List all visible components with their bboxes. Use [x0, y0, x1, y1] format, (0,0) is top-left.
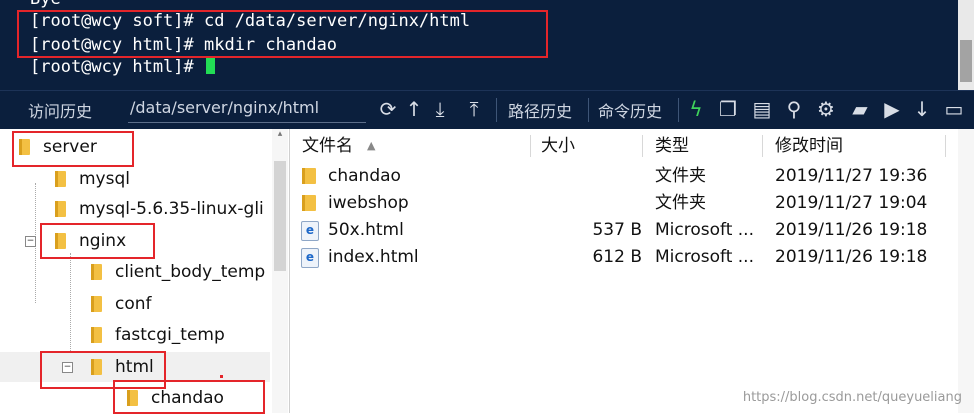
lightning-icon[interactable]: ϟ	[684, 97, 708, 121]
toolbar-divider	[588, 98, 589, 122]
folder-icon	[55, 201, 66, 217]
folder-open-icon[interactable]: ▰	[848, 97, 872, 121]
file-type: 文件夹	[655, 166, 706, 186]
column-divider[interactable]	[762, 135, 763, 157]
terminal-scrollbar-thumb[interactable]	[960, 40, 972, 82]
path-input[interactable]: /data/server/nginx/html	[128, 96, 366, 123]
column-divider[interactable]	[530, 135, 531, 157]
tree-item-label: mysql	[79, 169, 130, 189]
collapse-toggle[interactable]: −	[25, 236, 36, 247]
highlight-box-server	[12, 131, 134, 167]
file-type: Microsoft ...	[655, 247, 754, 267]
html-file-icon: e	[301, 248, 319, 268]
file-name: 50x.html	[328, 220, 404, 240]
directory-tree: server mysql mysql-5.6.35-linux-gli − ng…	[0, 129, 290, 414]
terminal-line-3: [root@wcy html]#	[30, 57, 204, 77]
tree-scrollbar-thumb[interactable]	[274, 161, 286, 271]
terminal-line-previous: Bye	[30, 0, 61, 9]
highlight-box-nginx	[40, 223, 155, 259]
gear-icon[interactable]: ⚙	[814, 97, 838, 121]
red-dot	[220, 375, 223, 378]
tree-item-label: mysql-5.6.35-linux-gli	[79, 199, 264, 219]
terminal-window[interactable]: Bye [root@wcy soft]# cd /data/server/ngi…	[0, 0, 974, 90]
column-header-size[interactable]: 大小	[541, 129, 575, 163]
folder-icon	[302, 195, 316, 211]
folder-icon	[55, 171, 66, 187]
upload-icon[interactable]: ⤒	[462, 97, 486, 121]
scroll-up-icon[interactable]: ▴	[274, 129, 286, 141]
tree-item-conf[interactable]: conf	[0, 289, 270, 319]
paste-icon[interactable]: ▤	[750, 97, 774, 121]
file-list: 文件名 ▲ 大小 类型 修改时间 chandao 文件夹 2019/11/27 …	[290, 129, 974, 413]
tree-item-client-body-temp[interactable]: client_body_temp	[0, 257, 270, 287]
file-row-iwebshop[interactable]: iwebshop 文件夹 2019/11/27 19:04	[290, 190, 974, 217]
file-row-chandao[interactable]: chandao 文件夹 2019/11/27 19:36	[290, 163, 974, 190]
arrow-down-icon[interactable]: ↓	[910, 97, 934, 121]
tree-scrollbar[interactable]: ▴	[272, 129, 288, 413]
terminal-scrollbar[interactable]	[958, 0, 974, 90]
file-type: 文件夹	[655, 193, 706, 213]
terminal-prompt-line: [root@wcy html]#	[30, 57, 215, 77]
tree-item-label: conf	[115, 294, 152, 314]
column-divider[interactable]	[642, 135, 643, 157]
history-button[interactable]: 访问历史	[28, 98, 92, 122]
folder-icon	[91, 327, 102, 343]
file-name: iwebshop	[328, 193, 409, 213]
copy-icon[interactable]: ❐	[716, 97, 740, 121]
file-size: 537 B	[592, 220, 642, 240]
refresh-icon[interactable]: ⟳	[376, 97, 400, 121]
watermark-text: https://blog.csdn.net/queyueliang	[742, 390, 962, 405]
toolbar-divider	[496, 98, 497, 122]
highlight-box-commands	[17, 10, 548, 58]
play-icon[interactable]: ▶	[880, 97, 904, 121]
tree-item-label: fastcgi_temp	[115, 325, 225, 345]
command-history-button[interactable]: 命令历史	[598, 98, 662, 122]
tree-item-mysql[interactable]: mysql	[0, 164, 270, 194]
folder-icon	[302, 168, 316, 184]
column-header-name[interactable]: 文件名	[302, 129, 353, 163]
file-name: chandao	[328, 166, 401, 186]
sort-ascending-icon: ▲	[367, 139, 376, 152]
tree-item-mysql-5635[interactable]: mysql-5.6.35-linux-gli	[0, 194, 270, 224]
file-row-50x-html[interactable]: e 50x.html 537 B Microsoft ... 2019/11/2…	[290, 217, 974, 244]
download-icon[interactable]: ⤓	[428, 97, 452, 121]
file-row-index-html[interactable]: e index.html 612 B Microsoft ... 2019/11…	[290, 244, 974, 271]
folder-icon	[91, 296, 102, 312]
highlight-box-chandao	[113, 380, 265, 414]
file-modified: 2019/11/26 19:18	[775, 247, 928, 267]
file-type: Microsoft ...	[655, 220, 754, 240]
file-name: index.html	[328, 247, 419, 267]
tree-item-label: client_body_temp	[115, 262, 266, 282]
terminal-cursor	[206, 57, 215, 74]
file-list-scrollbar[interactable]	[958, 129, 974, 413]
up-directory-icon[interactable]: ↑	[402, 97, 426, 121]
folder-icon	[91, 264, 102, 280]
tree-item-fastcgi-temp[interactable]: fastcgi_temp	[0, 320, 270, 350]
file-toolbar: 访问历史 /data/server/nginx/html ⟳ ↑ ⤓ ⤒ 路径历…	[0, 90, 974, 129]
column-divider[interactable]	[945, 135, 946, 157]
column-header-modified[interactable]: 修改时间	[775, 129, 843, 163]
file-size: 612 B	[592, 247, 642, 267]
html-file-icon: e	[301, 221, 319, 241]
path-history-button[interactable]: 路径历史	[508, 98, 572, 122]
search-icon[interactable]: ⚲	[782, 97, 806, 121]
toolbar-divider	[678, 98, 679, 122]
file-modified: 2019/11/26 19:18	[775, 220, 928, 240]
file-modified: 2019/11/27 19:36	[775, 166, 928, 186]
window-icon[interactable]: ▭	[942, 97, 966, 121]
column-header-type[interactable]: 类型	[655, 129, 689, 163]
file-modified: 2019/11/27 19:04	[775, 193, 928, 213]
